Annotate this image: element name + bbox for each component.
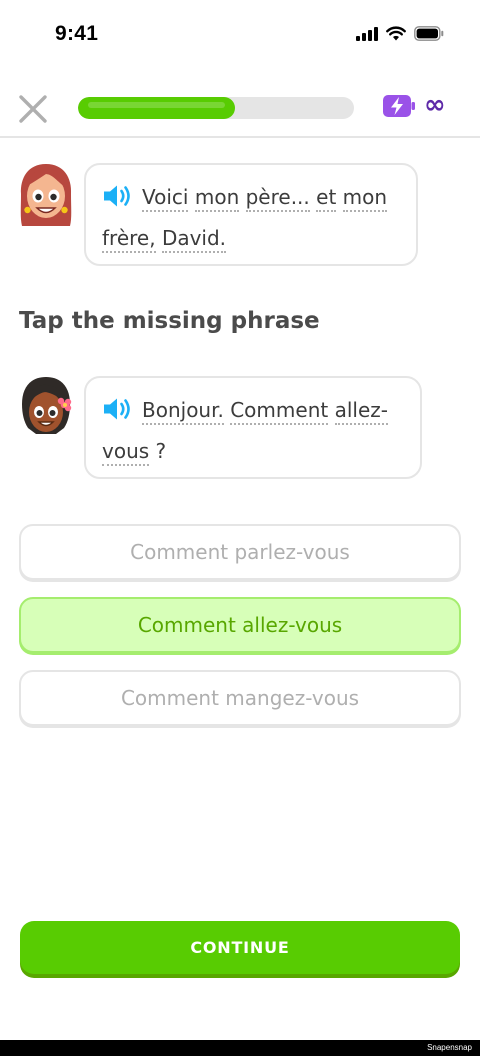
- footer-bar: Snapensnap: [0, 1040, 480, 1056]
- lesson-progress-bar: [78, 97, 354, 119]
- dialog-word[interactable]: mon: [194, 185, 240, 212]
- dialog-word[interactable]: Comment: [230, 398, 329, 425]
- dialog-word[interactable]: mon: [342, 185, 388, 212]
- avatar-red-hair-character: [20, 164, 72, 226]
- speaker-icon[interactable]: [102, 396, 132, 422]
- status-icons: [356, 26, 444, 41]
- dialog-word[interactable]: vous: [102, 439, 150, 466]
- answer-option[interactable]: Comment parlez-vous: [19, 524, 461, 580]
- exercise-prompt: Tap the missing phrase: [19, 308, 320, 334]
- energy-indicator[interactable]: ∞: [382, 90, 446, 120]
- avatar-dark-hair-character: [22, 377, 72, 434]
- dialog-word[interactable]: et: [316, 185, 337, 212]
- progress-shine: [88, 102, 226, 108]
- wifi-icon: [386, 26, 406, 41]
- speaker-icon[interactable]: [102, 183, 132, 209]
- dialog-punctuation: ?: [155, 439, 167, 463]
- answer-option[interactable]: Comment mangez-vous: [19, 670, 461, 726]
- speech-bubble-2-text: Bonjour. Comment allez-vous ?: [102, 390, 408, 472]
- continue-button[interactable]: CONTINUE: [20, 921, 460, 974]
- energy-bolt-icon: [383, 95, 415, 117]
- status-time: 9:41: [55, 22, 99, 45]
- progress-fill: [78, 97, 236, 119]
- dialog-word[interactable]: David.: [161, 226, 227, 253]
- speech-bubble-1: Voici mon père... et mon frère, David.: [84, 163, 418, 266]
- dialog-word[interactable]: allez-: [334, 398, 388, 425]
- energy-infinity-label: ∞: [424, 90, 446, 120]
- dialog-word[interactable]: Bonjour.: [142, 398, 224, 425]
- battery-icon: [414, 26, 444, 41]
- lesson-header: ∞: [0, 80, 480, 138]
- speech-bubble-2: Bonjour. Comment allez-vous ?: [84, 376, 422, 479]
- status-bar: 9:41: [0, 0, 480, 70]
- speech-bubble-1-text: Voici mon père... et mon frère, David.: [102, 177, 404, 259]
- watermark-label: Snapensnap: [427, 1043, 472, 1052]
- answer-option[interactable]: Comment allez-vous: [19, 597, 461, 653]
- dialog-word[interactable]: père...: [245, 185, 310, 212]
- dialog-word[interactable]: Voici: [142, 185, 189, 212]
- close-icon[interactable]: [16, 92, 50, 126]
- dialog-word[interactable]: frère,: [102, 226, 156, 253]
- signal-icon: [356, 26, 378, 41]
